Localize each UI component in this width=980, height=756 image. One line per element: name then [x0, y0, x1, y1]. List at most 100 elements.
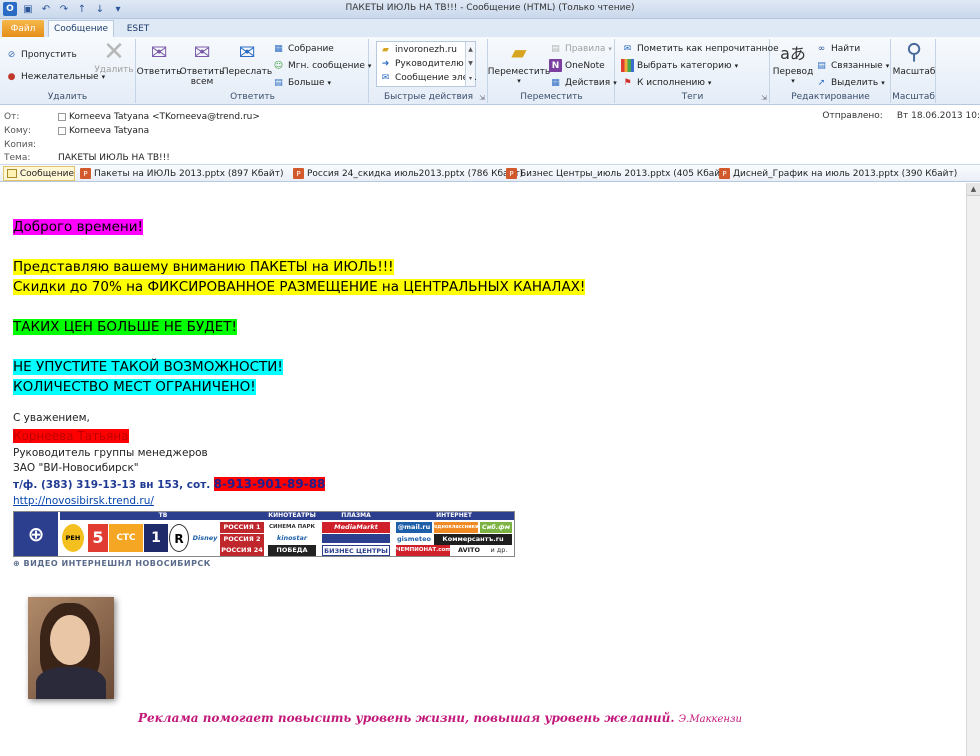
- body-line-2: Скидки до 70% на ФИКСИРОВАННОЕ РАЗМЕЩЕНИ…: [13, 279, 586, 295]
- internet-championat: ЧЕМПИОНАТ.com: [396, 545, 450, 556]
- tab-message[interactable]: Сообщение: [48, 20, 114, 37]
- envelope-icon: [7, 169, 17, 178]
- mark-unread-button[interactable]: ✉ Пометить как непрочитанное: [621, 41, 779, 56]
- cursor-icon: ➚: [817, 77, 826, 88]
- followup-button[interactable]: ⚑ К исполнению ▾: [621, 75, 711, 90]
- forward-arrow-icon: ➜: [381, 59, 390, 69]
- onenote-button[interactable]: N OneNote: [549, 58, 605, 73]
- channel-ren: РЕН: [62, 524, 84, 552]
- attachment-file-4[interactable]: P Дисней_График на июль 2013.pptx (390 К…: [719, 166, 957, 181]
- related-button[interactable]: ▤ Связанные ▾: [815, 58, 889, 73]
- tab-eset[interactable]: ESET: [120, 20, 156, 37]
- scroll-up-icon[interactable]: ▲: [967, 183, 980, 196]
- quick-step-email[interactable]: ✉ Сообщение эле...: [379, 71, 477, 85]
- onenote-icon: N: [549, 59, 562, 72]
- junk-button[interactable]: ● Нежелательные ▾: [5, 69, 106, 84]
- channel-1: 1: [144, 524, 168, 552]
- attachment-file-2[interactable]: P Россия 24_скидка июль2013.pptx (786 Кб…: [293, 166, 523, 181]
- attachment-file-1[interactable]: P Пакеты на ИЮЛЬ 2013.pptx (897 Кбайт): [80, 166, 284, 181]
- to-value[interactable]: Korneeva Tatyana: [58, 126, 149, 136]
- chevron-down-icon: ▾: [707, 78, 712, 87]
- signature-quote: Реклама помогает повысить уровень жизни,…: [138, 711, 742, 725]
- chevron-down-icon: ▾: [734, 61, 739, 70]
- categorize-button[interactable]: Выбрать категорию ▾: [621, 58, 738, 73]
- powerpoint-icon: P: [719, 168, 730, 179]
- cinema-pobeda: ПОБЕДА: [268, 545, 316, 556]
- ignore-button[interactable]: ⊘ Пропустить: [5, 47, 77, 62]
- more-gallery-icon[interactable]: ▾: [469, 75, 472, 82]
- powerpoint-icon: P: [80, 168, 91, 179]
- delete-button[interactable]: ✕ Удалить: [94, 37, 133, 75]
- channel-5: 5: [88, 524, 108, 552]
- to-row: Кому: Korneeva Tatyana: [4, 126, 150, 136]
- company-banner: ⊕ ТВ КИНОТЕАТРЫ ПЛАЗМА ИНТЕРНЕТ РЕН 5 СТ…: [13, 511, 515, 557]
- banner-section-cinema: КИНОТЕАТРЫ: [266, 512, 318, 520]
- forward-button[interactable]: ✉ Переслать: [222, 39, 272, 77]
- banner-section-plasma: ПЛАЗМА: [318, 512, 394, 520]
- attachment-file-3[interactable]: P Бизнес Центры_июль 2013.pptx (405 Кбай…: [506, 166, 729, 181]
- powerpoint-icon: P: [506, 168, 517, 179]
- body-line-4: НЕ УПУСТИТЕ ТАКОЙ ВОЗМОЖНОСТИ!: [13, 359, 283, 375]
- chevron-up-icon[interactable]: ▲: [468, 46, 473, 53]
- reply-all-button[interactable]: ✉ Ответить всем: [180, 39, 225, 87]
- from-value[interactable]: Korneeva Tatyana <TKorneeva@trend.ru>: [58, 112, 260, 122]
- tab-file[interactable]: Файл: [2, 20, 44, 37]
- quick-step-manager[interactable]: ➜ Руководителю: [379, 57, 464, 71]
- plasma-mediamarkt: MediaMarkt: [322, 522, 390, 533]
- internet-mailru: @mail.ru: [396, 522, 432, 533]
- greeting-line: Доброго времени!: [13, 219, 143, 235]
- rules-button[interactable]: ▤ Правила ▾: [549, 41, 612, 56]
- ribbon-tabs: Файл Сообщение ESET: [0, 19, 980, 37]
- group-label-delete: Удалить: [47, 92, 88, 102]
- banner-section-internet: ИНТЕРНЕТ: [394, 512, 514, 520]
- signature-name: Корнеева Татьяна: [13, 429, 129, 443]
- reply-all-icon: ✉: [193, 40, 211, 64]
- dialog-launcher-icon[interactable]: ⇲: [761, 94, 767, 102]
- chevron-down-icon: ▾: [608, 44, 612, 53]
- group-respond: ✉ Ответить ✉ Ответить всем ✉ Переслать ▦…: [137, 39, 372, 103]
- subject-value: ПАКЕТЫ ИЮЛЬ НА ТВ!!!: [58, 153, 170, 163]
- group-label-zoom: Масштаб: [892, 92, 935, 102]
- im-button[interactable]: ☺ Мгн. сообщение ▾: [272, 58, 372, 73]
- magnifier-icon: ⚲: [905, 39, 923, 65]
- cinema-kinostar: kinostar: [268, 533, 316, 544]
- subject-row: Тема: ПАКЕТЫ ИЮЛЬ НА ТВ!!!: [4, 153, 170, 163]
- plasma-business-centers: БИЗНЕС ЦЕНТРЫ: [322, 545, 390, 556]
- body-line-1: Представляю вашему вниманию ПАКЕТЫ на ИЮ…: [13, 259, 394, 275]
- reply-button[interactable]: ✉ Ответить: [137, 39, 182, 77]
- translate-button[interactable]: aあ Перевод ▾: [773, 39, 814, 85]
- signature-position: Руководитель группы менеджеров: [13, 447, 208, 459]
- cinema-park: СИНЕМА ПАРК: [268, 522, 316, 533]
- internet-gismeteo: gismeteo: [396, 534, 432, 545]
- reply-icon: ✉: [150, 40, 168, 64]
- group-quick-steps: ▰ invoronezh.ru ➜ Руководителю ✉ Сообщен…: [370, 39, 488, 103]
- attachment-message[interactable]: Сообщение: [3, 166, 75, 181]
- folder-icon: ▰: [382, 45, 389, 55]
- move-folder-icon: ▰: [511, 40, 527, 64]
- chevron-down-icon: ▾: [881, 78, 885, 87]
- dialog-launcher-icon[interactable]: ⇲: [479, 94, 485, 102]
- vertical-scrollbar[interactable]: ▲: [966, 183, 980, 756]
- zoom-button[interactable]: ⚲ Масштаб: [893, 39, 936, 78]
- meeting-button[interactable]: ▦ Собрание: [272, 41, 334, 56]
- attachments-bar: Сообщение P Пакеты на ИЮЛЬ 2013.pptx (89…: [0, 164, 980, 182]
- find-button[interactable]: ∞ Найти: [815, 41, 860, 56]
- channel-r: R: [169, 524, 189, 552]
- chevron-down-icon[interactable]: ▼: [468, 60, 473, 67]
- chevron-down-icon: ▾: [327, 78, 332, 87]
- related-icon: ▤: [817, 60, 826, 71]
- quick-steps-scroll[interactable]: ▲ ▼ ▾: [465, 42, 475, 86]
- body-line-3: ТАКИХ ЦЕН БОЛЬШЕ НЕ БУДЕТ!: [13, 319, 237, 335]
- title-bar: O ▣ ↶ ↷ ↑ ↓ ▾ ПАКЕТЫ ИЮЛЬ НА ТВ!!! - Соо…: [0, 0, 980, 19]
- actions-button[interactable]: ▦ Действия ▾: [549, 75, 616, 90]
- quick-step-invoronezh[interactable]: ▰ invoronezh.ru: [379, 43, 457, 57]
- website-link[interactable]: http://novosibirsk.trend.ru/: [13, 495, 154, 507]
- chevron-down-icon: ▾: [517, 77, 521, 85]
- select-button[interactable]: ➚ Выделить ▾: [815, 75, 885, 90]
- im-icon: ☺: [273, 60, 284, 71]
- quick-steps-gallery: ▰ invoronezh.ru ➜ Руководителю ✉ Сообщен…: [376, 41, 477, 87]
- more-button[interactable]: ▤ Больше ▾: [272, 75, 331, 90]
- move-button[interactable]: ▰ Переместить ▾: [488, 39, 550, 85]
- window-title: ПАКЕТЫ ИЮЛЬ НА ТВ!!! - Сообщение (HTML) …: [345, 3, 635, 13]
- delete-x-icon: ✕: [103, 37, 125, 67]
